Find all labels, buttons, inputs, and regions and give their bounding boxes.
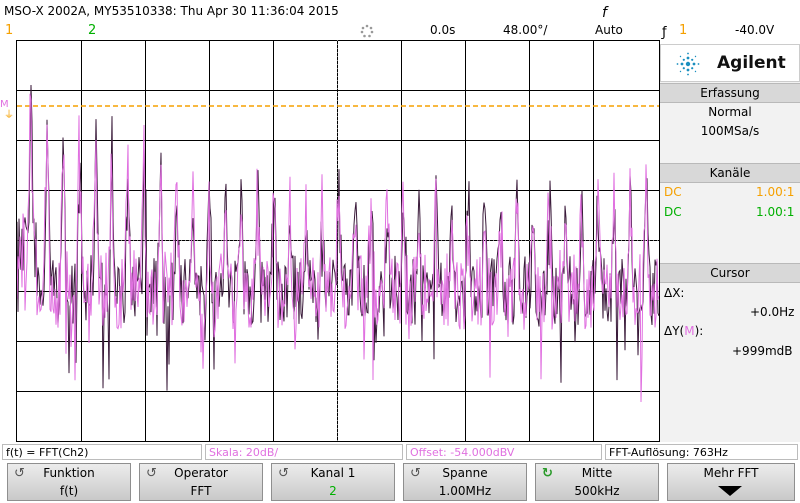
softkey-operator-label: Operator (174, 466, 228, 480)
channel2-probe: 1.00:1 (756, 205, 795, 219)
brand-name: Agilent (717, 53, 786, 73)
softkey-operator-value: FFT (190, 484, 212, 498)
softkey-span-label: Spanne (442, 466, 488, 480)
softkey-source-label: Kanal 1 (310, 466, 356, 480)
softkey-function[interactable]: ↺ Funktion f(t) (7, 463, 131, 501)
softkey-center[interactable]: ↻ Mitte 500kHz (535, 463, 659, 501)
cursor-dy-value: +999mdB (732, 344, 793, 358)
cursor-dx-label: ΔX: (664, 286, 685, 300)
softkey-center-label: Mitte (581, 466, 613, 480)
cursor-dx-value: +0.0Hz (750, 305, 795, 319)
cursor-dy-prefix: ΔY( (664, 324, 685, 338)
trigger-slope-icon: ƒ (662, 25, 667, 40)
channel1-probe: 1.00:1 (756, 185, 795, 199)
timebase-value: 48.00°/ (503, 23, 548, 37)
softkey-center-value: 500kHz (574, 484, 620, 498)
softkey-source[interactable]: ↺ Kanal 1 2 (271, 463, 395, 501)
softkey-operator[interactable]: ↺ Operator FFT (139, 463, 263, 501)
waveform-display[interactable] (16, 40, 660, 442)
math-function-info: f(t) = FFT(Ch2) (2, 444, 202, 460)
side-panel (660, 44, 800, 442)
trigger-source: 1 (679, 23, 688, 38)
trigger-mode: Auto (595, 23, 623, 37)
window-title: MSO-X 2002A, MY53510338: Thu Apr 30 11:3… (4, 4, 339, 18)
channel1-ground-marker: ⏚ (4, 110, 14, 121)
softkey-source-value: 2 (329, 484, 337, 498)
channel2-label[interactable]: 2 (88, 23, 96, 38)
brand-logo: Agilent (660, 44, 800, 82)
trigger-edge-icon: f (602, 5, 607, 21)
channel2-coupling: DC (664, 205, 682, 219)
cursor-dy-suffix: ): (694, 324, 704, 338)
cursor-dy-label: ΔY(M): (664, 324, 703, 338)
trigger-level: -40.0V (735, 23, 775, 37)
softkey-span[interactable]: ↺ Spanne 1.00MHz (403, 463, 527, 501)
waveform-svg (17, 40, 659, 442)
busy-spinner-icon (360, 24, 374, 38)
softkey-function-label: Funktion (43, 466, 95, 480)
softkey-more-fft[interactable]: Mehr FFT (667, 463, 795, 501)
softkey-span-value: 1.00MHz (438, 484, 492, 498)
cursor-header: Cursor (660, 263, 800, 283)
channel1-coupling: DC (664, 185, 682, 199)
channel1-label[interactable]: 1 (5, 23, 13, 38)
softkey-function-value: f(t) (59, 484, 79, 498)
time-offset: 0.0s (430, 23, 456, 37)
softkey-more-fft-label: Mehr FFT (703, 466, 759, 480)
acquisition-header: Erfassung (660, 83, 800, 103)
math-offset-info: Offset: -54.000dBV (406, 444, 602, 460)
fft-resolution-info: FFT-Auflösung: 763Hz (605, 444, 798, 460)
math-scale-info: Skala: 20dB/ (205, 444, 403, 460)
acquisition-rate: 100MSa/s (700, 124, 760, 138)
agilent-spark-logo (676, 52, 700, 76)
more-arrow-icon (718, 486, 742, 496)
acquisition-mode: Normal (708, 105, 752, 119)
channels-header: Kanäle (660, 163, 800, 183)
cursor-dy-source: M (684, 324, 695, 338)
